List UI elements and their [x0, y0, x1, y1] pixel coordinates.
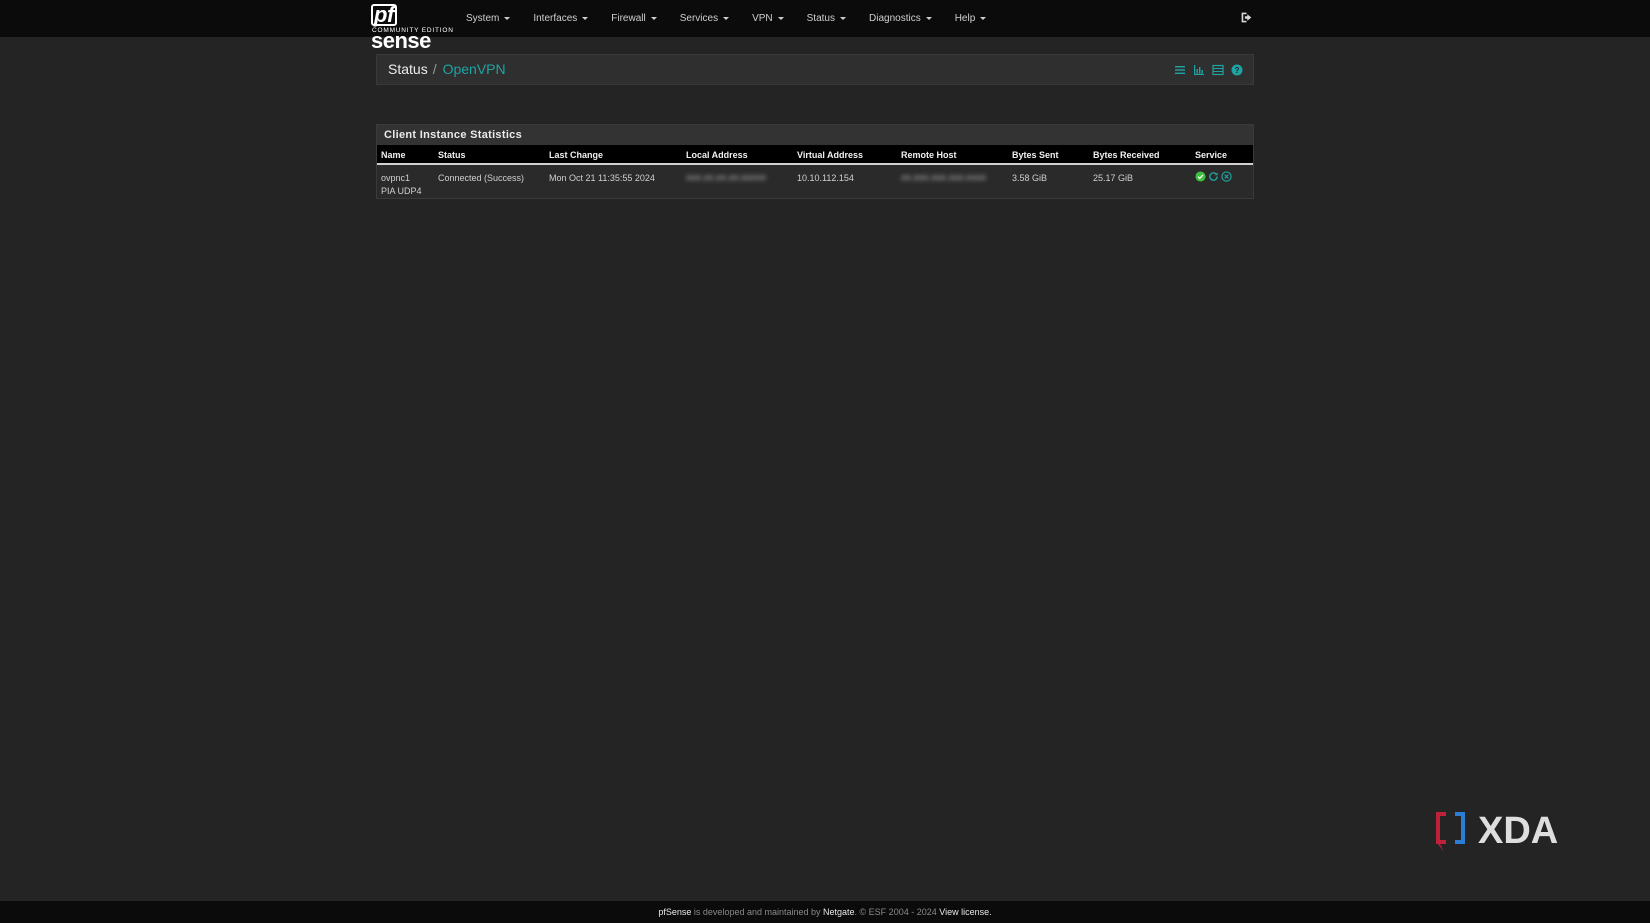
xda-watermark-text: XDA — [1478, 810, 1558, 852]
top-navbar: pfsense COMMUNITY EDITION System Interfa… — [0, 0, 1650, 53]
menu-diagnostics[interactable]: Diagnostics — [869, 13, 932, 24]
check-circle-icon — [1195, 171, 1206, 182]
client-instance-statistics-panel: Client Instance Statistics Name Status L… — [376, 124, 1254, 199]
caret-down-icon — [504, 17, 511, 20]
xda-watermark-logo: XDA — [1436, 810, 1558, 852]
menu-services[interactable]: Services — [679, 13, 730, 24]
column-header-bytes-sent: Bytes Sent — [1012, 150, 1059, 160]
page-shortcut-icons: ? — [1174, 64, 1243, 76]
cell-last-change: Mon Oct 21 11:35:55 2024 — [549, 173, 655, 183]
caret-down-icon — [723, 17, 730, 20]
table-icon[interactable] — [1212, 64, 1224, 76]
breadcrumb-separator: / — [432, 61, 437, 77]
footer-text: is developed and maintained by — [691, 907, 824, 917]
cell-bytes-received: 25.17 GiB — [1093, 173, 1134, 183]
menu-label: Interfaces — [533, 13, 578, 24]
cell-name: ovpnc1 PIA UDP4 — [381, 172, 422, 198]
menu-label: Services — [679, 13, 719, 24]
menu-help[interactable]: Help — [955, 13, 987, 24]
column-header-bytes-received: Bytes Received — [1093, 150, 1160, 160]
caret-down-icon — [925, 17, 932, 20]
menu-vpn[interactable]: VPN — [752, 13, 784, 24]
table-header: Name Status Last Change Local Address Vi… — [377, 145, 1253, 165]
help-icon[interactable]: ? — [1231, 64, 1243, 76]
footer-company-link[interactable]: Netgate — [823, 907, 855, 917]
column-header-local-address: Local Address — [686, 150, 748, 160]
menu-status[interactable]: Status — [807, 13, 846, 24]
column-header-service: Service — [1195, 150, 1228, 160]
svg-text:?: ? — [1235, 66, 1240, 75]
footer: pfSense is developed and maintained by N… — [0, 901, 1650, 923]
cell-remote-host-redacted: ##.###.###.###:#### — [901, 173, 987, 183]
breadcrumb-current[interactable]: OpenVPN — [443, 61, 506, 77]
menu-firewall[interactable]: Firewall — [611, 13, 657, 24]
column-header-remote-host: Remote Host — [901, 150, 957, 160]
list-icon[interactable] — [1174, 64, 1186, 76]
menu-label: Firewall — [611, 13, 646, 24]
column-header-status: Status — [438, 150, 466, 160]
breadcrumb-parent[interactable]: Status — [388, 61, 428, 77]
menu-label: Help — [954, 13, 976, 24]
column-header-virtual-address: Virtual Address — [797, 150, 864, 160]
caret-down-icon — [582, 17, 589, 20]
restart-icon[interactable] — [1208, 171, 1219, 182]
footer-copyright: . © ESF 2004 - 2024 — [854, 907, 940, 917]
menu-label: System — [466, 13, 500, 24]
menu-label: Diagnostics — [869, 13, 921, 24]
caret-down-icon — [980, 17, 987, 20]
menu-system[interactable]: System — [466, 13, 511, 24]
breadcrumb: Status / OpenVPN — [388, 61, 506, 77]
menu-label: Status — [806, 13, 835, 24]
caret-down-icon — [650, 17, 657, 20]
panel-title: Client Instance Statistics — [377, 125, 1253, 145]
caret-down-icon — [840, 17, 846, 20]
menu-interfaces[interactable]: Interfaces — [533, 13, 589, 24]
service-controls — [1195, 171, 1232, 182]
column-header-name: Name — [381, 150, 406, 160]
breadcrumb-bar: Status / OpenVPN ? — [376, 54, 1254, 85]
pfsense-logo[interactable]: pfsense COMMUNITY EDITION — [371, 2, 455, 53]
column-header-last-change: Last Change — [549, 150, 604, 160]
menu-label: VPN — [752, 13, 773, 24]
cell-bytes-sent: 3.58 GiB — [1012, 173, 1048, 183]
footer-license-link[interactable]: View license. — [939, 907, 991, 917]
cell-virtual-address: 10.10.112.154 — [797, 173, 854, 183]
stop-circle-icon[interactable] — [1221, 171, 1232, 182]
cell-name-line1: ovpnc1 — [381, 173, 411, 183]
cell-local-address-redacted: ###.##.##.##:##### — [686, 173, 767, 183]
cell-status: Connected (Success) — [438, 173, 525, 183]
footer-brand-link[interactable]: pfSense — [658, 907, 691, 917]
cell-name-line2: PIA UDP4 — [381, 186, 422, 196]
caret-down-icon — [777, 17, 784, 20]
main-menu: System Interfaces Firewall Services VPN … — [466, 0, 1009, 37]
logo-subtitle: COMMUNITY EDITION — [372, 27, 454, 34]
bar-chart-icon[interactable] — [1193, 64, 1205, 76]
sign-out-icon[interactable] — [1240, 11, 1253, 24]
